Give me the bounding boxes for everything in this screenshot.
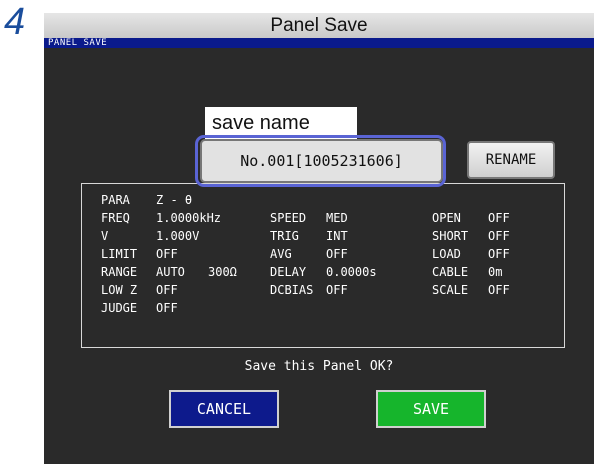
cancel-button[interactable]: CANCEL [169, 390, 279, 428]
save-name-bracket-close: ] [393, 152, 403, 170]
param-label-delay: DELAY [270, 265, 307, 279]
param-label-trig: TRIG [270, 229, 299, 243]
param-label-range: RANGE [101, 265, 138, 279]
param-value-short: OFF [488, 229, 510, 243]
param-label-dcbias: DCBIAS [270, 283, 314, 297]
param-value-delay: 0.0000s [326, 265, 377, 279]
save-name-bracket-open: [ [294, 152, 304, 170]
save-name-field[interactable]: No.001 [ 1005231606 ] [200, 139, 443, 183]
param-value-range: AUTO [156, 265, 185, 279]
page-header: Panel Save [44, 13, 594, 38]
param-label-speed: SPEED [270, 211, 307, 225]
param-value-freq: 1.0000kHz [156, 211, 222, 225]
rename-button[interactable]: RENAME [467, 141, 555, 179]
instrument-screen: PANEL SAVE PARA Z - θ FREQ 1.0000kHz SPE… [44, 38, 594, 464]
confirm-prompt: Save this Panel OK? [244, 359, 394, 374]
save-button[interactable]: SAVE [376, 390, 486, 428]
step-number: 4 [4, 1, 26, 43]
param-label-short: SHORT [432, 229, 469, 243]
param-label-cable: CABLE [432, 265, 469, 279]
save-name-value: 1005231606 [303, 152, 394, 170]
param-value-judge: OFF [156, 301, 178, 315]
param-label-para: PARA [101, 193, 130, 207]
param-value-dcbias: OFF [326, 283, 348, 297]
param-label-judge: JUDGE [101, 301, 138, 315]
param-label-limit: LIMIT [101, 247, 138, 261]
param-value-v: 1.000V [156, 229, 200, 243]
param-value-avg: OFF [326, 247, 348, 261]
parameter-panel: PARA Z - θ FREQ 1.0000kHz SPEED MED OPEN… [81, 183, 565, 348]
param-value-para: Z - θ [156, 193, 193, 207]
param-value-scale: OFF [488, 283, 510, 297]
param-label-freq: FREQ [101, 211, 130, 225]
param-value-speed: MED [326, 211, 348, 225]
param-value-load: OFF [488, 247, 510, 261]
param-value-cable: 0m [488, 265, 503, 279]
screen-title: PANEL SAVE [44, 38, 594, 48]
param-label-load: LOAD [432, 247, 461, 261]
header-title: Panel Save [270, 14, 368, 36]
param-value-range-ohm: 300Ω [208, 265, 237, 279]
param-label-open: OPEN [432, 211, 461, 225]
param-label-v: V [101, 229, 109, 243]
param-label-lowz: LOW Z [101, 283, 138, 297]
param-value-limit: OFF [156, 247, 178, 261]
param-value-trig: INT [326, 229, 348, 243]
save-name-number: No.001 [240, 152, 295, 170]
param-label-scale: SCALE [432, 283, 469, 297]
param-label-avg: AVG [270, 247, 292, 261]
param-value-open: OFF [488, 211, 510, 225]
param-value-lowz: OFF [156, 283, 178, 297]
